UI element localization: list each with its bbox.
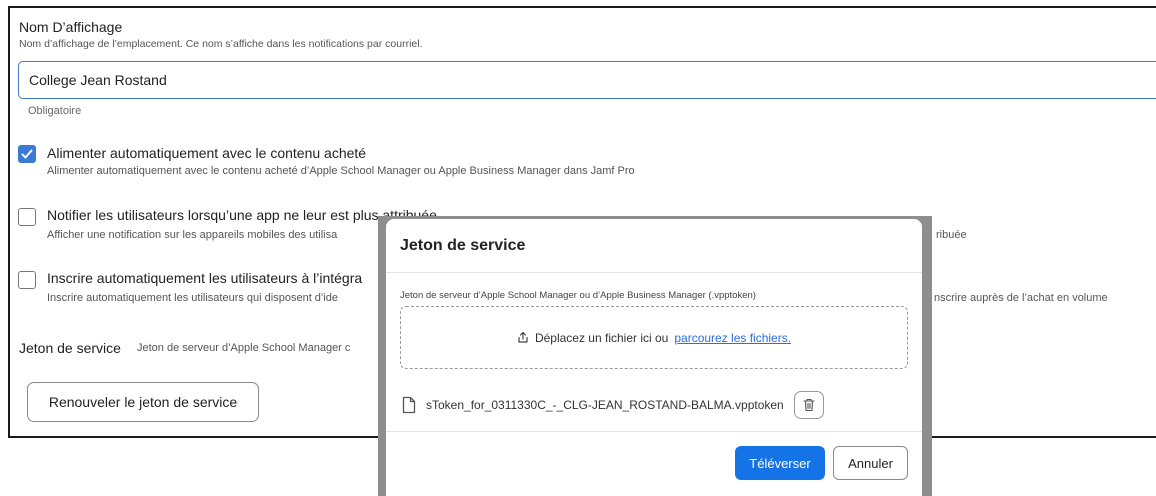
renew-token-button[interactable]: Renouveler le jeton de service	[27, 382, 259, 422]
upload-button[interactable]: Téléverser	[735, 446, 825, 480]
auto-enroll-checkbox[interactable]	[18, 271, 36, 289]
auto-populate-description: Alimenter automatiquement avec le conten…	[47, 165, 635, 177]
auto-enroll-description: Inscrire automatiquement les utilisateur…	[47, 292, 339, 304]
dialog-header-divider	[386, 272, 922, 273]
upload-icon	[518, 331, 528, 343]
browse-files-link[interactable]: parcourez les fichiers.	[674, 331, 791, 345]
required-note: Obligatoire	[28, 105, 82, 117]
check-icon	[21, 149, 33, 159]
notify-users-description-tail: ribuée	[936, 229, 967, 241]
dialog-title: Jeton de service	[400, 237, 526, 254]
file-name: sToken_for_0311330C_-_CLG-JEAN_ROSTAND-B…	[426, 398, 784, 412]
auto-populate-checkbox[interactable]	[18, 145, 36, 163]
service-token-help: Jeton de serveur d’Apple School Manager …	[137, 342, 351, 354]
display-name-help: Nom d’affichage de l’emplacement. Ce nom…	[19, 38, 423, 50]
notify-users-description: Afficher une notification sur les appare…	[47, 229, 338, 241]
display-name-label: Nom D’affichage	[19, 19, 123, 35]
uploaded-file-row: sToken_for_0311330C_-_CLG-JEAN_ROSTAND-B…	[402, 390, 824, 420]
dropzone-label: Jeton de serveur d’Apple School Manager …	[400, 290, 756, 301]
trash-icon	[803, 398, 815, 412]
display-name-input[interactable]	[18, 61, 1156, 99]
auto-populate-title: Alimenter automatiquement avec le conten…	[47, 145, 367, 161]
dialog-footer-divider	[386, 431, 922, 432]
delete-file-button[interactable]	[793, 391, 824, 419]
auto-enroll-title: Inscrire automatiquement les utilisateur…	[47, 270, 363, 286]
file-icon	[402, 396, 416, 414]
service-token-dialog: Jeton de service Jeton de serveur d’Appl…	[386, 219, 922, 496]
dropzone-text: Déplacez un fichier ici ou	[534, 330, 669, 345]
notify-users-checkbox[interactable]	[18, 208, 36, 226]
auto-enroll-description-tail: nscrire auprès de l’achat en volume	[934, 292, 1108, 304]
cancel-button[interactable]: Annuler	[833, 446, 908, 480]
file-dropzone[interactable]: Déplacez un fichier ici ou parcourez les…	[400, 306, 908, 369]
service-token-label: Jeton de service	[19, 340, 121, 356]
